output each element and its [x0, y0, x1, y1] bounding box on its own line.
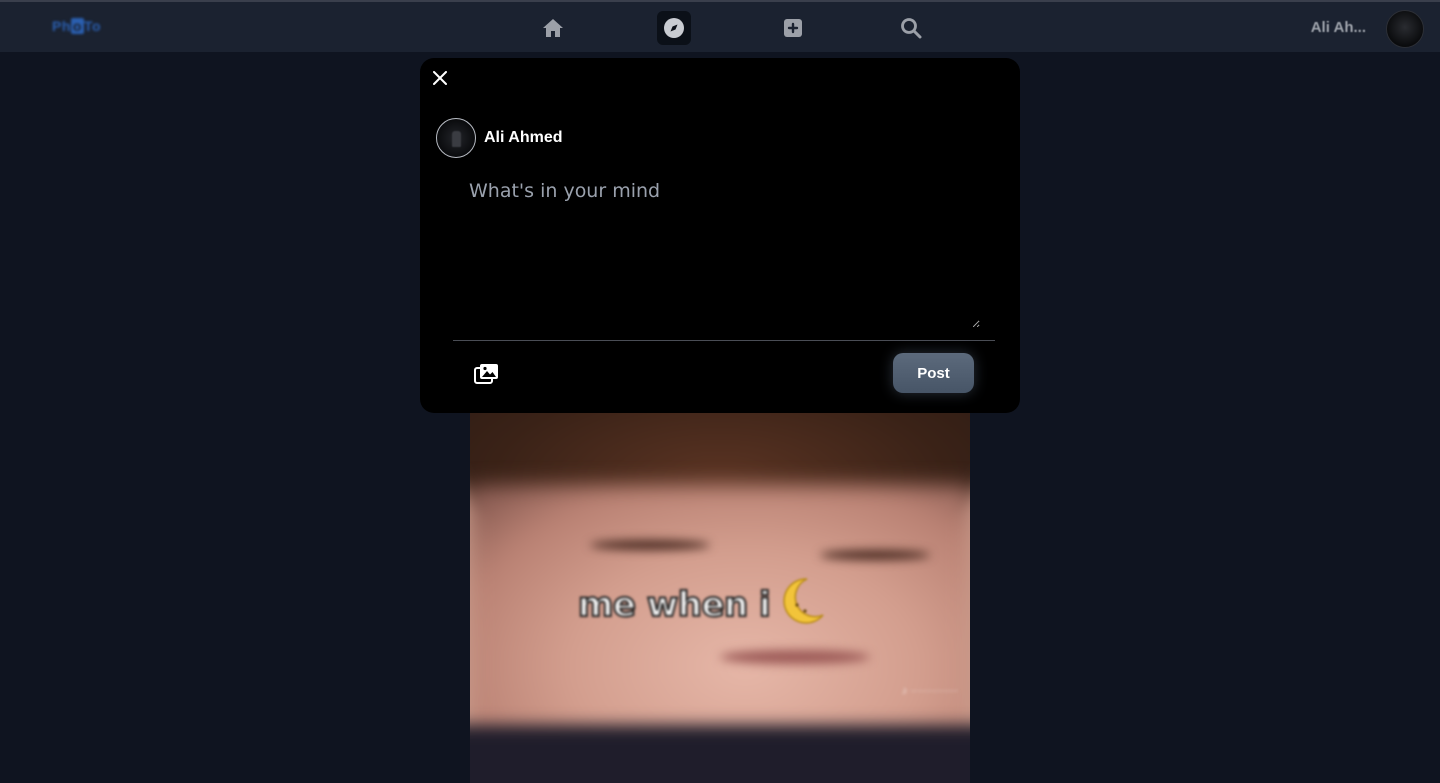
- nav-user-name[interactable]: Ali Ah...: [1311, 19, 1366, 36]
- post-author: Ali Ahmed: [436, 118, 563, 158]
- divider: [453, 340, 995, 341]
- close-button[interactable]: [430, 68, 450, 88]
- create-post-modal: Ali Ahmed Post: [420, 58, 1020, 413]
- explore-nav-button[interactable]: [657, 11, 691, 45]
- close-icon: [433, 71, 447, 85]
- plus-square-icon: [784, 19, 802, 37]
- top-navbar: Ph o To Ali Ah...: [0, 0, 1440, 52]
- compass-icon: [664, 18, 684, 38]
- feed-post-image: me when i ♪ ·············: [470, 405, 970, 783]
- avatar: [436, 118, 476, 158]
- image-watermark: ♪ ·············: [901, 685, 958, 697]
- add-image-button[interactable]: [474, 362, 500, 386]
- home-icon: [543, 19, 563, 37]
- search-nav-button[interactable]: [894, 11, 928, 45]
- post-button[interactable]: Post: [893, 353, 974, 393]
- crescent-moon-icon: [783, 578, 824, 624]
- image-caption: me when i: [577, 584, 772, 626]
- nav-avatar[interactable]: [1386, 10, 1424, 48]
- images-icon: [474, 364, 498, 384]
- author-name: Ali Ahmed: [484, 129, 563, 146]
- home-nav-button[interactable]: [536, 11, 570, 45]
- create-nav-button[interactable]: [776, 11, 810, 45]
- app-logo[interactable]: Ph o To: [52, 18, 101, 34]
- post-text-input[interactable]: [456, 170, 980, 328]
- search-icon: [901, 18, 922, 39]
